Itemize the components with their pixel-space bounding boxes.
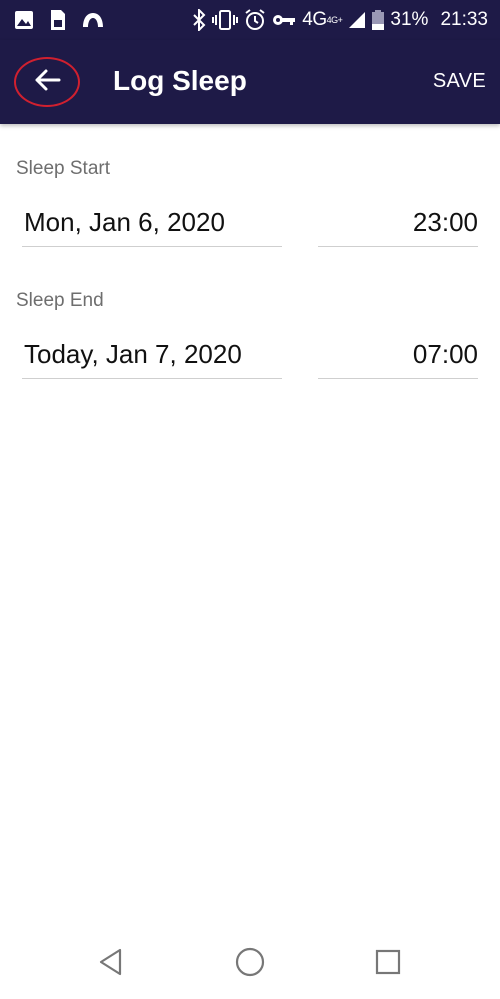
sleep-start-time-field[interactable]: 23:00	[318, 207, 478, 247]
vpn-icon	[82, 11, 104, 29]
back-button[interactable]	[14, 57, 80, 107]
home-circle-icon	[235, 947, 265, 982]
battery-percent: 31%	[390, 9, 429, 30]
sim-card-icon	[50, 9, 66, 31]
image-icon	[14, 10, 34, 30]
network-type: 4G 4G+	[302, 9, 343, 31]
app-bar: Log Sleep SAVE	[0, 40, 500, 124]
nav-recents-button[interactable]	[370, 946, 406, 982]
signal-icon	[348, 11, 366, 29]
page-title: Log Sleep	[113, 65, 247, 96]
network-label: 4G	[302, 9, 327, 30]
status-bar: 4G 4G+ 31% 21:33	[0, 0, 500, 40]
key-icon	[272, 13, 296, 27]
sleep-end-label: Sleep End	[16, 290, 104, 311]
battery-icon	[372, 10, 385, 30]
save-button[interactable]: SAVE	[433, 69, 486, 93]
back-triangle-icon	[98, 948, 124, 981]
sleep-start-label: Sleep Start	[16, 158, 110, 179]
recents-square-icon	[375, 949, 401, 980]
nav-back-button[interactable]	[93, 946, 129, 982]
clock: 21:33	[440, 9, 488, 30]
vibrate-icon	[212, 10, 239, 30]
sleep-end-time-field[interactable]: 07:00	[318, 339, 478, 379]
sleep-start-date-field[interactable]: Mon, Jan 6, 2020	[22, 207, 282, 247]
network-badge: 4G+	[326, 15, 343, 25]
alarm-icon	[244, 9, 266, 31]
sleep-end-date-field[interactable]: Today, Jan 7, 2020	[22, 339, 282, 379]
bluetooth-icon	[192, 9, 206, 31]
system-nav-bar	[0, 930, 500, 999]
nav-home-button[interactable]	[232, 946, 268, 982]
arrow-left-icon	[33, 68, 61, 97]
status-bar-left	[14, 8, 120, 32]
status-bar-right: 4G 4G+ 31% 21:33	[186, 8, 488, 32]
